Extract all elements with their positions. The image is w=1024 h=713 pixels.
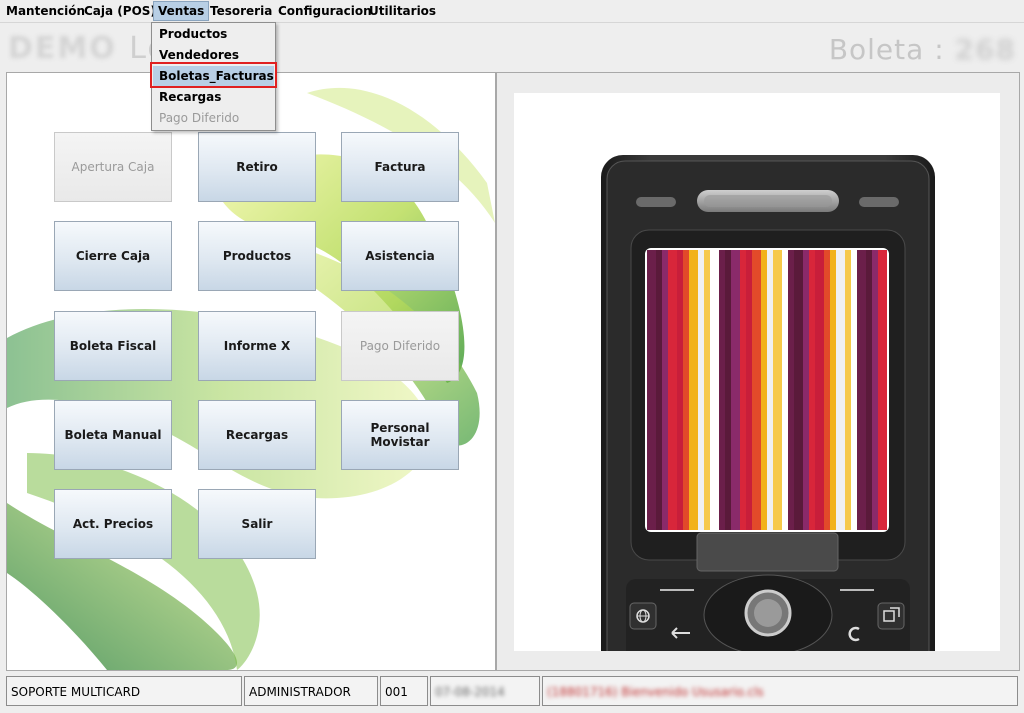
act-precios-button[interactable]: Act. Precios: [54, 489, 172, 559]
globe-icon: [629, 602, 657, 630]
status-date-value: 07-08-2014: [435, 685, 505, 699]
status-company: SOPORTE MULTICARD: [6, 676, 242, 706]
personal-movistar-button[interactable]: Personal Movistar: [341, 400, 459, 470]
status-message-value: (18801716) Bienvenido Ususario.cls: [547, 685, 764, 699]
menu-mantencion[interactable]: Mantención: [2, 2, 89, 20]
menu-tesoreria[interactable]: Tesoreria: [206, 2, 276, 20]
status-user: ADMINISTRADOR: [244, 676, 378, 706]
informe-x-button[interactable]: Informe X: [198, 311, 316, 381]
action-panel: Apertura Caja Retiro Factura Cierre Caja…: [6, 72, 496, 671]
boleta-fiscal-button[interactable]: Boleta Fiscal: [54, 311, 172, 381]
menu-configuracion[interactable]: Configuracion: [274, 2, 376, 20]
status-message: (18801716) Bienvenido Ususario.cls: [542, 676, 1018, 706]
productos-button[interactable]: Productos: [198, 221, 316, 291]
striped-screen-wallpaper: [647, 250, 887, 530]
apertura-caja-button[interactable]: Apertura Caja: [54, 132, 172, 202]
product-image-panel: [496, 72, 1020, 671]
boleta-label: Boleta :: [828, 33, 945, 66]
boleta-manual-button[interactable]: Boleta Manual: [54, 400, 172, 470]
boleta-number-display: Boleta : 268: [829, 33, 1016, 66]
window-icon: [877, 602, 905, 630]
recargas-button[interactable]: Recargas: [198, 400, 316, 470]
factura-button[interactable]: Factura: [341, 132, 459, 202]
menu-bar: Mantención Caja (POS) Ventas Tesoreria C…: [0, 0, 1024, 23]
asistencia-button[interactable]: Asistencia: [341, 221, 459, 291]
salir-button[interactable]: Salir: [198, 489, 316, 559]
status-date: 07-08-2014: [430, 676, 540, 706]
ventas-menu-pago-diferido[interactable]: Pago Diferido: [153, 108, 274, 129]
menu-caja-pos[interactable]: Caja (POS): [80, 2, 160, 20]
store-title: DEMO Lo: [8, 31, 168, 66]
cierre-caja-button[interactable]: Cierre Caja: [54, 221, 172, 291]
menu-utilitarios[interactable]: Utilitarios: [365, 2, 440, 20]
pago-diferido-button[interactable]: Pago Diferido: [341, 311, 459, 381]
ventas-menu-productos[interactable]: Productos: [153, 24, 274, 45]
menu-ventas[interactable]: Ventas: [153, 1, 210, 21]
ventas-menu-recargas[interactable]: Recargas: [153, 87, 274, 108]
status-code: 001: [380, 676, 428, 706]
status-bar: SOPORTE MULTICARD ADMINISTRADOR 001 07-0…: [0, 674, 1024, 708]
mobile-phone-image: [601, 155, 935, 651]
retiro-button[interactable]: Retiro: [198, 132, 316, 202]
selection-highlight-box: [150, 62, 277, 88]
store-name-blurred: DEMO: [8, 31, 117, 66]
product-image-frame: [514, 93, 1000, 651]
boleta-number-blurred: 268: [954, 33, 1016, 66]
